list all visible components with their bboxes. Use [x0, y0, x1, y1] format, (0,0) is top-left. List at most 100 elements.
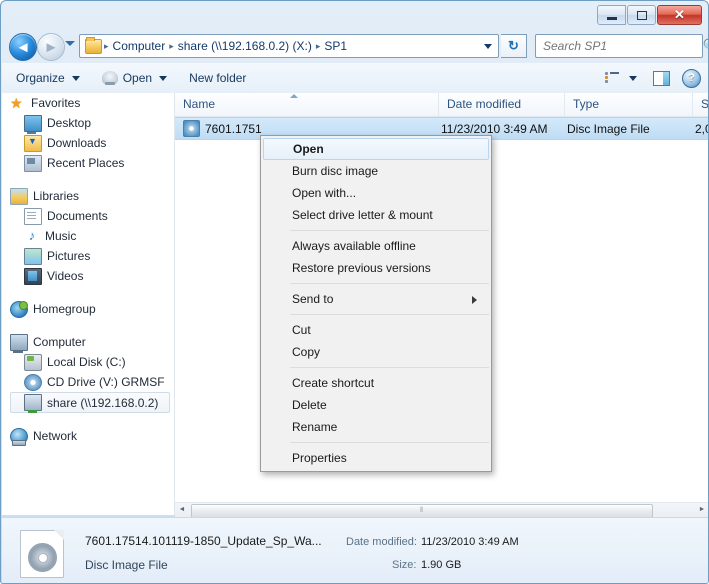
close-icon: ✕ [674, 7, 685, 23]
sidebar-item-share[interactable]: share (\\192.168.0.2) [10, 392, 170, 413]
forward-button[interactable]: ► [37, 33, 65, 61]
details-size-value: 1.90 GB [421, 559, 461, 571]
back-icon: ◄ [16, 39, 31, 56]
scroll-right-button[interactable]: ► [695, 503, 709, 516]
context-menu-label: Delete [292, 398, 327, 412]
sidebar-item-cd-drive[interactable]: CD Drive (V:) GRMSF [2, 372, 174, 392]
column-header-name[interactable]: Name [175, 93, 439, 116]
context-menu-item-create-shortcut[interactable]: Create shortcut [261, 372, 491, 394]
organize-button[interactable]: Organize [8, 66, 88, 90]
new-folder-button[interactable]: New folder [181, 66, 254, 90]
desktop-icon [24, 115, 42, 132]
sidebar-item-documents[interactable]: Documents [2, 206, 174, 226]
chevron-down-icon [629, 76, 637, 81]
minimize-button[interactable] [597, 5, 626, 25]
context-menu-item-send-to[interactable]: Send to [261, 288, 491, 310]
context-menu-separator [290, 283, 489, 284]
hard-disk-icon [24, 354, 42, 371]
sidebar-item-downloads[interactable]: Downloads [2, 133, 174, 153]
sidebar-item-local-disk[interactable]: Local Disk (C:) [2, 352, 174, 372]
context-menu-separator [290, 442, 489, 443]
context-menu[interactable]: Open Burn disc image Open with... Select… [260, 135, 492, 472]
change-view-button[interactable] [603, 66, 639, 90]
open-disc-icon [102, 71, 118, 85]
horizontal-scrollbar[interactable]: ◄ ⦀ ► [175, 502, 709, 517]
context-menu-item-burn-disc-image[interactable]: Burn disc image [261, 160, 491, 182]
sidebar-group-libraries[interactable]: Libraries [2, 186, 174, 206]
context-menu-item-open[interactable]: Open [263, 138, 489, 160]
sidebar-spacer [2, 413, 174, 426]
toolbar-right-group: ? [603, 66, 709, 90]
sidebar-label: Local Disk (C:) [47, 355, 126, 369]
help-label: ? [688, 72, 695, 84]
maximize-button[interactable] [627, 5, 656, 25]
column-label: Name [183, 97, 215, 111]
address-bar[interactable]: ▸ Computer ▸ share (\\192.168.0.2) (X:) … [79, 34, 499, 58]
minimize-icon [607, 17, 617, 20]
sidebar-item-desktop[interactable]: Desktop [2, 113, 174, 133]
sidebar-group-network[interactable]: Network [2, 426, 174, 446]
close-button[interactable]: ✕ [657, 5, 702, 25]
breadcrumb-sp1[interactable]: SP1 [321, 39, 350, 53]
network-icon [10, 428, 28, 445]
recent-pages-dropdown[interactable] [65, 41, 75, 46]
recent-places-icon [24, 155, 42, 172]
column-label: Type [573, 97, 599, 111]
context-menu-item-select-drive-letter-mount[interactable]: Select drive letter & mount [261, 204, 491, 226]
sidebar-item-videos[interactable]: Videos [2, 266, 174, 286]
context-menu-item-copy[interactable]: Copy [261, 341, 491, 363]
libraries-icon [10, 188, 28, 205]
sidebar-group-homegroup[interactable]: Homegroup [2, 299, 174, 319]
context-menu-item-open-with[interactable]: Open with... [261, 182, 491, 204]
refresh-button[interactable]: ↻ [501, 34, 527, 58]
search-input[interactable] [536, 38, 702, 54]
sidebar-label: Desktop [47, 116, 91, 130]
cell-date-modified: 11/23/2010 3:49 AM [441, 122, 548, 136]
sidebar-label: share (\\192.168.0.2) [47, 396, 158, 410]
search-box[interactable]: 🔍 [535, 34, 703, 58]
column-header-date-modified[interactable]: Date modified [439, 93, 565, 116]
context-menu-item-always-available-offline[interactable]: Always available offline [261, 235, 491, 257]
chevron-left-icon: ◄ [179, 506, 186, 513]
breadcrumb-share[interactable]: share (\\192.168.0.2) (X:) [175, 39, 315, 53]
music-icon: ♪ [24, 229, 40, 244]
back-button[interactable]: ◄ [9, 33, 37, 61]
context-menu-separator [290, 367, 489, 368]
address-dropdown-icon[interactable] [484, 44, 492, 49]
sort-ascending-icon [290, 94, 298, 98]
chevron-down-icon [159, 76, 167, 81]
context-menu-item-properties[interactable]: Properties [261, 447, 491, 469]
preview-pane-icon[interactable] [653, 71, 670, 86]
sidebar-item-recent-places[interactable]: Recent Places [2, 153, 174, 173]
cd-drive-icon [24, 374, 42, 391]
sidebar-label: CD Drive (V:) GRMSF [47, 375, 165, 389]
context-menu-label: Create shortcut [292, 376, 374, 390]
context-menu-label: Open with... [292, 186, 356, 200]
breadcrumb-computer[interactable]: Computer [110, 39, 169, 53]
context-menu-label: Restore previous versions [292, 261, 431, 275]
sidebar-item-music[interactable]: ♪ Music [2, 226, 174, 246]
open-button[interactable]: Open [94, 66, 175, 90]
cell-type: Disc Image File [567, 122, 650, 136]
context-menu-item-restore-previous-versions[interactable]: Restore previous versions [261, 257, 491, 279]
sidebar-label: Libraries [33, 189, 79, 203]
scrollbar-thumb[interactable]: ⦀ [191, 504, 653, 518]
navigation-pane[interactable]: ★ Favorites Desktop Downloads Recent Pla… [2, 93, 175, 515]
sidebar-item-pictures[interactable]: Pictures [2, 246, 174, 266]
context-menu-item-delete[interactable]: Delete [261, 394, 491, 416]
documents-icon [24, 208, 42, 225]
sidebar-group-computer[interactable]: Computer [2, 332, 174, 352]
column-header-size[interactable]: Size [693, 93, 709, 116]
sidebar-label: Homegroup [33, 302, 96, 316]
details-file-type: Disc Image File [85, 558, 168, 572]
sidebar-group-favorites[interactable]: ★ Favorites [2, 93, 174, 113]
help-icon[interactable]: ? [682, 69, 701, 88]
context-menu-item-rename[interactable]: Rename [261, 416, 491, 438]
command-toolbar: Organize Open New folder ? [2, 63, 709, 94]
explorer-window: ✕ ◄ ► ▸ Computer ▸ share (\\192.168.0.2)… [0, 0, 709, 584]
context-menu-label: Burn disc image [292, 164, 378, 178]
sidebar-label: Pictures [47, 249, 90, 263]
column-header-type[interactable]: Type [565, 93, 693, 116]
scroll-left-button[interactable]: ◄ [175, 503, 189, 516]
context-menu-item-cut[interactable]: Cut [261, 319, 491, 341]
